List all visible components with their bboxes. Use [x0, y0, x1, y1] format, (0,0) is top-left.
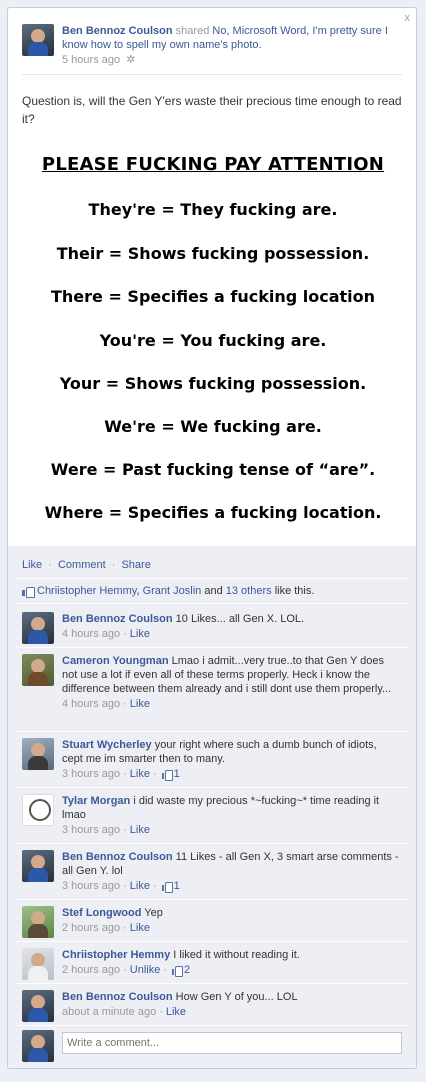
comment-link[interactable]: Comment: [58, 559, 106, 571]
commenter-avatar[interactable]: [22, 654, 54, 686]
comment-like-link[interactable]: Like: [130, 767, 150, 781]
photo-rule: There = Specifies a fucking location: [50, 287, 376, 306]
comment-item: Ben Bennoz Coulson How Gen Y of you... L…: [16, 984, 408, 1026]
commenter-avatar[interactable]: [22, 948, 54, 980]
share-link[interactable]: Share: [121, 559, 150, 571]
comment-item: Ben Bennoz Coulson 10 Likes... all Gen X…: [16, 606, 408, 648]
commenter-avatar[interactable]: [22, 850, 54, 882]
comment-timestamp[interactable]: 4 hours ago: [62, 627, 120, 641]
photo-rule: You're = You fucking are.: [99, 331, 327, 350]
comment-item: Tylar Morgan i did waste my precious *~f…: [16, 788, 408, 844]
likes-comma: ,: [136, 585, 140, 597]
comment-item: Stef Longwood Yep 2 hours ago · Like: [16, 900, 408, 942]
meta-dot: ·: [159, 1006, 163, 1018]
commenter-avatar[interactable]: [22, 990, 54, 1022]
commenter-name-link[interactable]: Ben Bennoz Coulson: [62, 991, 173, 1003]
commenter-avatar[interactable]: [22, 738, 54, 770]
story-timestamp[interactable]: 5 hours ago: [62, 53, 120, 67]
meta-dot: ·: [123, 824, 127, 836]
comment-like-link[interactable]: Like: [130, 879, 150, 893]
comment-like-count[interactable]: 1: [174, 879, 180, 893]
like-link[interactable]: Like: [22, 559, 42, 571]
comment-item: Cameron Youngman Lmao i admit...very tru…: [16, 648, 408, 732]
meta-dot: ·: [123, 698, 127, 710]
likes-and: and: [204, 585, 223, 597]
photo-title: PLEASE FUCKING PAY ATTENTION: [41, 154, 385, 175]
shared-verb: shared: [175, 25, 210, 37]
comment-timestamp[interactable]: 3 hours ago: [62, 879, 120, 893]
commenter-name-link[interactable]: Stuart Wycherley: [62, 739, 152, 751]
photo-rule: Where = Specifies a fucking location.: [44, 503, 382, 522]
commenter-name-link[interactable]: Ben Bennoz Coulson: [62, 613, 173, 625]
feedback-section: Like · Comment · Share Chriistopher Hemm…: [8, 546, 416, 1068]
commenter-name-link[interactable]: Tylar Morgan: [62, 795, 130, 807]
header-divider: [22, 74, 402, 75]
comment-item: Chriistopher Hemmy I liked it without re…: [16, 942, 408, 984]
comment-timestamp[interactable]: about a minute ago: [62, 1005, 156, 1019]
likes-suffix: like this.: [274, 585, 315, 597]
like-thumb-icon: [22, 586, 35, 598]
comment-item: Ben Bennoz Coulson 11 Likes - all Gen X,…: [16, 844, 408, 900]
gear-icon[interactable]: ✲: [126, 53, 135, 67]
commenter-name-link[interactable]: Ben Bennoz Coulson: [62, 851, 173, 863]
meta-dot: ·: [152, 880, 157, 892]
comment-timestamp[interactable]: 3 hours ago: [62, 823, 120, 837]
shared-photo[interactable]: PLEASE FUCKING PAY ATTENTION They're = T…: [22, 140, 404, 544]
comment-timestamp[interactable]: 2 hours ago: [62, 921, 120, 935]
story-headline: Ben Bennoz Coulson shared No, Microsoft …: [62, 24, 392, 67]
meta-dot: ·: [123, 922, 127, 934]
commenter-avatar[interactable]: [22, 794, 54, 826]
comment-like-link[interactable]: Like: [166, 1005, 186, 1019]
comment-like-count[interactable]: 1: [174, 767, 180, 781]
current-user-avatar: [22, 1030, 54, 1062]
photo-rule: Their = Shows fucking possession.: [56, 244, 370, 263]
commenter-name-link[interactable]: Stef Longwood: [62, 907, 141, 919]
comment-item: Stuart Wycherley your right where such a…: [16, 732, 408, 788]
like-count-icon: [172, 965, 184, 977]
comment-input[interactable]: [62, 1032, 402, 1054]
commenter-name-link[interactable]: Cameron Youngman: [62, 655, 169, 667]
commenter-avatar[interactable]: [22, 906, 54, 938]
comment-timestamp[interactable]: 3 hours ago: [62, 767, 120, 781]
others-link[interactable]: 13 others: [226, 585, 272, 597]
comment-like-link[interactable]: Like: [130, 697, 150, 711]
comment-text: 10 Likes... all Gen X. LOL.: [175, 613, 305, 625]
comment-like-link[interactable]: Like: [130, 823, 150, 837]
write-comment-row: [16, 1026, 408, 1066]
comment-unlike-link[interactable]: Unlike: [130, 963, 161, 977]
comment-text: I liked it without reading it.: [173, 949, 300, 961]
comment-like-count[interactable]: 2: [184, 963, 190, 977]
meta-dot: ·: [123, 964, 127, 976]
comment-text: Yep: [144, 907, 163, 919]
meta-dot: ·: [163, 964, 168, 976]
liker-link[interactable]: Grant Joslin: [143, 585, 202, 597]
action-separator: ·: [111, 559, 116, 571]
story-card: x Ben Bennoz Coulson shared No, Microsof…: [7, 7, 417, 1069]
post-message: Question is, will the Gen Y'ers waste th…: [22, 94, 402, 126]
comment-text: How Gen Y of you... LOL: [175, 991, 298, 1003]
close-icon[interactable]: x: [405, 12, 411, 24]
comment-like-link[interactable]: Like: [130, 921, 150, 935]
meta-dot: ·: [123, 880, 127, 892]
story-actions: Like · Comment · Share: [22, 559, 151, 571]
photo-rule: They're = They fucking are.: [88, 200, 338, 219]
meta-dot: ·: [123, 768, 127, 780]
comment-timestamp[interactable]: 2 hours ago: [62, 963, 120, 977]
liker-link[interactable]: Chriistopher Hemmy: [37, 585, 136, 597]
photo-rule: Your = Shows fucking possession.: [59, 374, 367, 393]
comment-like-link[interactable]: Like: [130, 627, 150, 641]
photo-rule: We're = We fucking are.: [104, 417, 322, 436]
commenter-avatar[interactable]: [22, 612, 54, 644]
like-count-icon: [161, 881, 173, 893]
author-avatar[interactable]: [22, 24, 54, 56]
comment-timestamp[interactable]: 4 hours ago: [62, 697, 120, 711]
meta-dot: ·: [123, 628, 127, 640]
commenter-name-link[interactable]: Chriistopher Hemmy: [62, 949, 170, 961]
meta-dot: ·: [152, 768, 157, 780]
action-separator: ·: [48, 559, 52, 571]
author-name-link[interactable]: Ben Bennoz Coulson: [62, 25, 173, 37]
like-count-icon: [161, 769, 173, 781]
photo-rule: Were = Past fucking tense of “are”.: [50, 460, 376, 479]
likes-summary: Chriistopher Hemmy, Grant Joslin and 13 …: [16, 578, 408, 604]
